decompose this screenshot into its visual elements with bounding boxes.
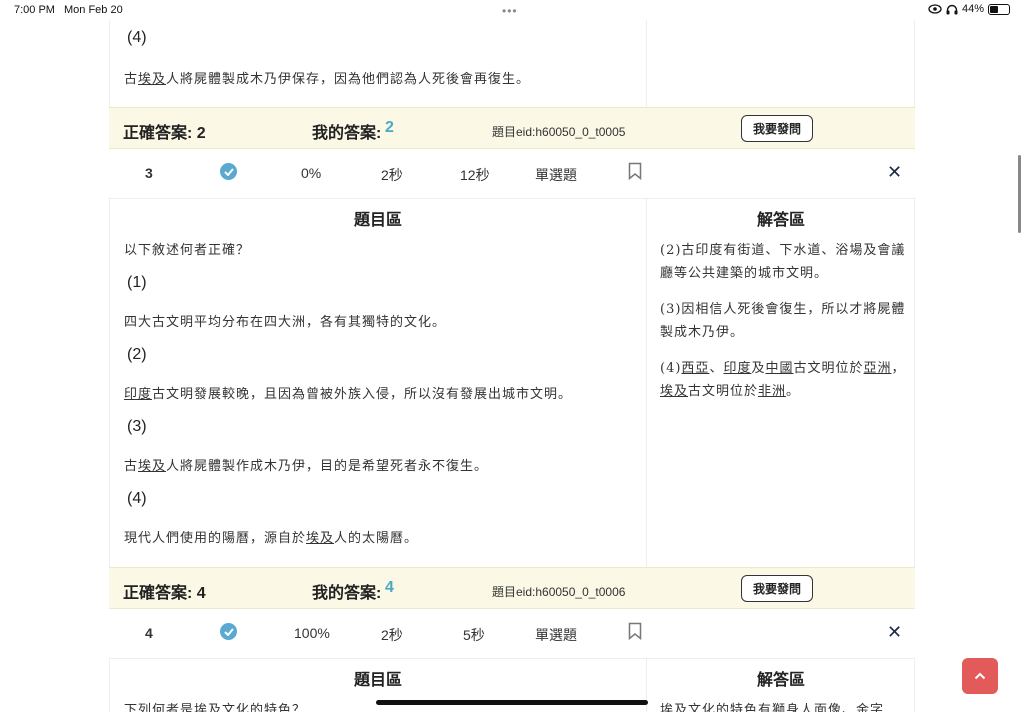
correct-rate: 100% bbox=[294, 625, 330, 641]
column-divider bbox=[646, 199, 647, 568]
question-eid: 題目eid:h60050_0_t0006 bbox=[492, 585, 626, 599]
status-right: 44% bbox=[928, 3, 1010, 15]
option-text-post: 人將屍體製作成木乃伊，目的是希望死者永不復生。 bbox=[166, 459, 489, 474]
average-time: 5秒 bbox=[463, 627, 485, 643]
option-text-post: 古文明發展較晚，且因為曾被外族入侵，所以沒有發展出城市文明。 bbox=[152, 387, 573, 402]
keyword: 埃及 bbox=[138, 72, 167, 87]
option-text: 古埃及人將屍體製作成木乃伊，目的是希望死者永不復生。 bbox=[124, 455, 488, 474]
option-number: (4) bbox=[127, 490, 147, 507]
question-type: 單選題 bbox=[535, 167, 577, 183]
answer-bar: 正確答案: 2 我的答案: 2 題目eid:h60050_0_t0005 我要發… bbox=[109, 107, 915, 149]
my-answer-label: 我的答案: bbox=[312, 585, 382, 602]
keyword: 印度 bbox=[124, 387, 153, 402]
solution-line: (4)西亞、印度及中國古文明位於亞洲， bbox=[660, 357, 906, 376]
my-answer-label: 我的答案: bbox=[312, 125, 382, 142]
eye-icon bbox=[928, 4, 942, 14]
solution-line: 埃及古文明位於非洲。 bbox=[660, 380, 800, 399]
keyword: 西亞 bbox=[681, 361, 710, 376]
question-card-2-tail: (4) 古埃及人將屍體製成木乃伊保存，因為他們認為人死後會再復生。 bbox=[109, 20, 915, 107]
option-text: 古埃及人將屍體製成木乃伊保存，因為他們認為人死後會再復生。 bbox=[124, 68, 530, 87]
question-card-3: 題目區 解答區 以下敘述何者正確？ (1) 四大古文明平均分布在四大洲，各有其獨… bbox=[109, 199, 915, 568]
question-text: 以下敘述何者正確？ bbox=[124, 243, 251, 258]
solution-line: 製成木乃伊。 bbox=[660, 325, 745, 340]
keyword: 印度 bbox=[723, 361, 752, 376]
status-time: 7:00 PM bbox=[14, 4, 55, 16]
scrollbar-thumb[interactable] bbox=[1018, 155, 1021, 233]
question-area-heading: 題目區 bbox=[354, 212, 403, 229]
option-text-post: 人的太陽曆。 bbox=[334, 531, 419, 546]
correct-check-icon bbox=[220, 163, 237, 180]
solution-line: (3)因相信人死後會復生，所以才將屍體 bbox=[660, 302, 906, 317]
my-time: 2秒 bbox=[381, 167, 403, 183]
question-number: 4 bbox=[145, 625, 153, 641]
my-answer-value: 2 bbox=[385, 119, 394, 136]
question-eid: 題目eid:h60050_0_t0005 bbox=[492, 125, 626, 139]
chevron-up-icon bbox=[974, 672, 986, 680]
battery-percent: 44% bbox=[961, 3, 984, 15]
sol-text: 及 bbox=[751, 361, 766, 376]
solution-line: 埃及文化的特色有獅身人面像、金字 bbox=[660, 703, 885, 712]
ask-question-button[interactable]: 我要發問 bbox=[741, 115, 813, 142]
correct-check-icon bbox=[220, 623, 237, 640]
close-icon[interactable]: ✕ bbox=[887, 162, 902, 183]
scroll-to-top-button[interactable] bbox=[962, 658, 998, 694]
headphones-icon bbox=[946, 4, 958, 14]
question-stats-row: 3 0% 2秒 12秒 單選題 ✕ bbox=[109, 149, 915, 199]
keyword: 埃及 bbox=[660, 384, 689, 399]
keyword: 亞洲 bbox=[863, 361, 892, 376]
keyword: 埃及 bbox=[138, 459, 167, 474]
sol-text: 、 bbox=[709, 361, 724, 376]
sol-text: ， bbox=[891, 361, 906, 376]
option-text: 四大古文明平均分布在四大洲，各有其獨特的文化。 bbox=[124, 315, 447, 330]
column-divider bbox=[646, 20, 647, 107]
option-number: (4) bbox=[127, 29, 147, 46]
question-area-heading: 題目區 bbox=[354, 672, 403, 689]
my-time: 2秒 bbox=[381, 627, 403, 643]
status-bar: 7:00 PM Mon Feb 20 ••• 44% bbox=[0, 0, 1024, 20]
sol-text: (4) bbox=[660, 361, 682, 376]
option-text-post: 人將屍體製成木乃伊保存，因為他們認為人死後會再復生。 bbox=[166, 72, 531, 87]
solution-line: (2)古印度有街道、下水道、浴場及會議 bbox=[660, 243, 906, 258]
question-stats-row: 4 100% 2秒 5秒 單選題 ✕ bbox=[109, 609, 915, 659]
my-answer-value: 4 bbox=[385, 579, 394, 596]
solution-area-heading: 解答區 bbox=[757, 212, 806, 229]
sol-text: 古文明位於 bbox=[793, 361, 864, 376]
close-icon[interactable]: ✕ bbox=[887, 622, 902, 643]
option-number: (1) bbox=[127, 274, 147, 291]
multitask-dots-icon[interactable]: ••• bbox=[502, 4, 518, 18]
ask-question-button[interactable]: 我要發問 bbox=[741, 575, 813, 602]
sol-text: 。 bbox=[786, 384, 801, 399]
bookmark-icon[interactable] bbox=[628, 622, 642, 643]
correct-rate: 0% bbox=[301, 165, 322, 181]
average-time: 12秒 bbox=[460, 167, 490, 183]
solution-area-heading: 解答區 bbox=[757, 672, 806, 689]
correct-answer: 正確答案: 2 bbox=[123, 125, 206, 142]
battery-icon bbox=[988, 3, 1010, 15]
keyword: 埃及 bbox=[306, 531, 335, 546]
option-text: 現代人們使用的陽曆，源自於埃及人的太陽曆。 bbox=[124, 527, 418, 546]
option-text: 印度古文明發展較晚，且因為曾被外族入侵，所以沒有發展出城市文明。 bbox=[124, 383, 572, 402]
option-text-pre: 現代人們使用的陽曆，源自於 bbox=[124, 531, 307, 546]
answer-bar: 正確答案: 4 我的答案: 4 題目eid:h60050_0_t0006 我要發… bbox=[109, 567, 915, 609]
option-text-pre: 古 bbox=[124, 72, 139, 87]
bookmark-icon[interactable] bbox=[628, 162, 642, 183]
option-number: (2) bbox=[127, 346, 147, 363]
status-date: Mon Feb 20 bbox=[64, 4, 123, 16]
question-text: 下列何者是埃及文化的特色？ bbox=[124, 703, 307, 712]
question-number: 3 bbox=[145, 165, 153, 181]
keyword: 中國 bbox=[765, 361, 794, 376]
sol-text: 古文明位於 bbox=[688, 384, 759, 399]
option-number: (3) bbox=[127, 418, 147, 435]
option-text-pre: 古 bbox=[124, 459, 139, 474]
question-type: 單選題 bbox=[535, 627, 577, 643]
solution-line: 廳等公共建築的城市文明。 bbox=[660, 266, 829, 281]
keyword: 非洲 bbox=[758, 384, 787, 399]
correct-answer: 正確答案: 4 bbox=[123, 585, 206, 602]
home-indicator[interactable] bbox=[376, 700, 648, 705]
